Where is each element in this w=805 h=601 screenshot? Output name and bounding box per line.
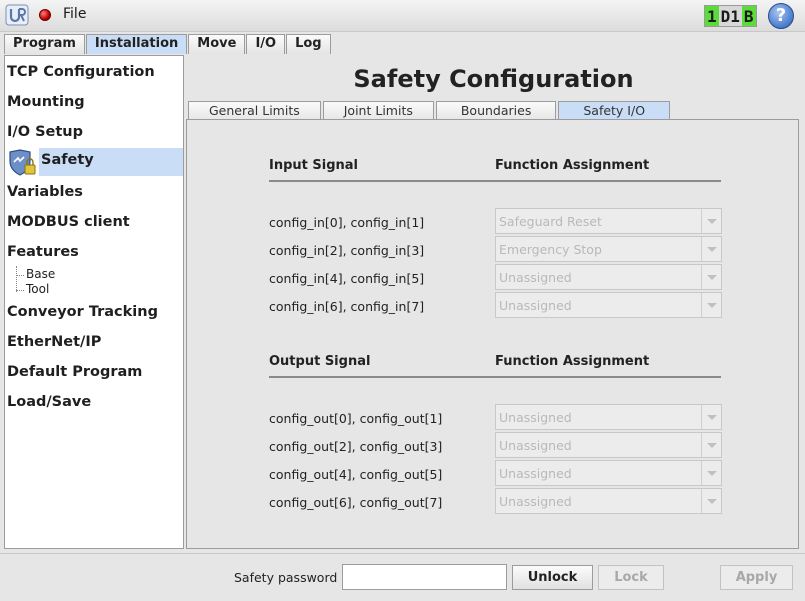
robot-id-part: B bbox=[741, 6, 756, 26]
sidebar-item-variables[interactable]: Variables bbox=[7, 184, 83, 200]
safety-password-input[interactable] bbox=[342, 564, 507, 590]
file-status-icon[interactable] bbox=[39, 9, 51, 21]
dropdown-value: Safeguard Reset bbox=[499, 214, 602, 229]
input-signal-label: config_in[2], config_in[3] bbox=[269, 243, 425, 258]
chevron-down-icon[interactable] bbox=[701, 237, 721, 261]
chevron-down-icon[interactable] bbox=[701, 209, 721, 233]
sidebar-item-safety[interactable]: Safety bbox=[39, 148, 183, 176]
installation-sidebar: TCP Configuration Mounting I/O Setup Saf… bbox=[4, 55, 184, 549]
input-signal-label: config_in[6], config_in[7] bbox=[269, 299, 425, 314]
tree-connector bbox=[16, 275, 24, 276]
divider bbox=[269, 376, 721, 378]
page-title: Safety Configuration bbox=[353, 65, 634, 93]
output-signal-label: config_out[2], config_out[3] bbox=[269, 439, 443, 454]
sidebar-item-ethernet-ip[interactable]: EtherNet/IP bbox=[7, 334, 101, 350]
bottom-bar: Safety password Unlock Lock Apply bbox=[0, 553, 805, 601]
chevron-down-icon[interactable] bbox=[701, 461, 721, 485]
safety-shield-icon bbox=[9, 149, 36, 176]
input-assignment-dropdown[interactable]: Emergency Stop bbox=[495, 236, 722, 262]
chevron-down-icon[interactable] bbox=[701, 433, 721, 457]
chevron-down-icon[interactable] bbox=[701, 405, 721, 429]
output-signal-label: config_out[0], config_out[1] bbox=[269, 411, 443, 426]
file-menu[interactable]: File bbox=[63, 6, 86, 22]
safety-io-content: Input Signal Function Assignment config_… bbox=[186, 119, 799, 549]
sidebar-item-io-setup[interactable]: I/O Setup bbox=[7, 124, 83, 140]
safety-password-label: Safety password bbox=[234, 570, 338, 585]
tab-boundaries[interactable]: Boundaries bbox=[435, 101, 557, 120]
sidebar-item-modbus-client[interactable]: MODBUS client bbox=[7, 214, 130, 230]
tab-move[interactable]: Move bbox=[188, 34, 246, 54]
safety-tab-bar: General Limits Joint Limits Boundaries S… bbox=[188, 100, 672, 120]
ur-logo-icon bbox=[5, 4, 29, 26]
dropdown-value: Unassigned bbox=[499, 466, 572, 481]
input-assignment-dropdown[interactable]: Safeguard Reset bbox=[495, 208, 722, 234]
robot-id-part: 1 bbox=[705, 6, 719, 26]
output-assignment-dropdown[interactable]: Unassigned bbox=[495, 404, 722, 430]
top-tab-bar: Program Installation Move I/O Log bbox=[0, 32, 805, 54]
divider bbox=[269, 180, 721, 182]
tab-program[interactable]: Program bbox=[4, 34, 85, 54]
sidebar-item-mounting[interactable]: Mounting bbox=[7, 94, 85, 110]
input-assignment-heading: Function Assignment bbox=[495, 158, 650, 173]
output-signal-heading: Output Signal bbox=[269, 354, 371, 369]
tab-general-limits[interactable]: General Limits bbox=[188, 101, 321, 120]
robot-id-badge: 1 D1 B bbox=[704, 5, 757, 27]
output-signal-label: config_out[6], config_out[7] bbox=[269, 495, 443, 510]
dropdown-value: Unassigned bbox=[499, 298, 572, 313]
output-assignment-heading: Function Assignment bbox=[495, 354, 650, 369]
input-signal-label: config_in[4], config_in[5] bbox=[269, 271, 425, 286]
output-assignment-dropdown[interactable]: Unassigned bbox=[495, 432, 722, 458]
unlock-button[interactable]: Unlock bbox=[512, 565, 593, 590]
output-signal-label: config_out[4], config_out[5] bbox=[269, 467, 443, 482]
sidebar-item-conveyor-tracking[interactable]: Conveyor Tracking bbox=[7, 304, 158, 320]
tree-connector bbox=[16, 266, 17, 292]
sidebar-item-default-program[interactable]: Default Program bbox=[7, 364, 142, 380]
tree-connector bbox=[16, 290, 24, 291]
help-icon[interactable]: ? bbox=[768, 3, 794, 29]
input-signal-label: config_in[0], config_in[1] bbox=[269, 215, 425, 230]
dropdown-value: Unassigned bbox=[499, 410, 572, 425]
chevron-down-icon[interactable] bbox=[701, 265, 721, 289]
main-panel: Safety Configuration General Limits Join… bbox=[186, 55, 801, 549]
apply-button[interactable]: Apply bbox=[720, 565, 793, 590]
output-assignment-dropdown[interactable]: Unassigned bbox=[495, 488, 722, 514]
chevron-down-icon[interactable] bbox=[701, 489, 721, 513]
title-bar: File 1 D1 B ? bbox=[0, 0, 805, 32]
dropdown-value: Unassigned bbox=[499, 270, 572, 285]
tab-joint-limits[interactable]: Joint Limits bbox=[322, 101, 434, 120]
sidebar-item-features[interactable]: Features bbox=[7, 244, 79, 260]
input-signal-heading: Input Signal bbox=[269, 158, 359, 173]
sidebar-item-base[interactable]: Base bbox=[26, 267, 55, 281]
robot-id-part: D1 bbox=[718, 6, 742, 26]
lock-button[interactable]: Lock bbox=[598, 565, 664, 590]
sidebar-item-tool[interactable]: Tool bbox=[26, 282, 49, 296]
dropdown-value: Unassigned bbox=[499, 438, 572, 453]
tab-installation[interactable]: Installation bbox=[85, 34, 188, 54]
chevron-down-icon[interactable] bbox=[701, 293, 721, 317]
tab-io[interactable]: I/O bbox=[246, 34, 286, 54]
input-assignment-dropdown[interactable]: Unassigned bbox=[495, 292, 722, 318]
dropdown-value: Emergency Stop bbox=[499, 242, 602, 257]
dropdown-value: Unassigned bbox=[499, 494, 572, 509]
sidebar-item-load-save[interactable]: Load/Save bbox=[7, 394, 91, 410]
sidebar-item-tcp-configuration[interactable]: TCP Configuration bbox=[7, 64, 155, 80]
input-assignment-dropdown[interactable]: Unassigned bbox=[495, 264, 722, 290]
output-assignment-dropdown[interactable]: Unassigned bbox=[495, 460, 722, 486]
tab-safety-io[interactable]: Safety I/O bbox=[558, 101, 671, 120]
tab-log[interactable]: Log bbox=[286, 34, 331, 54]
